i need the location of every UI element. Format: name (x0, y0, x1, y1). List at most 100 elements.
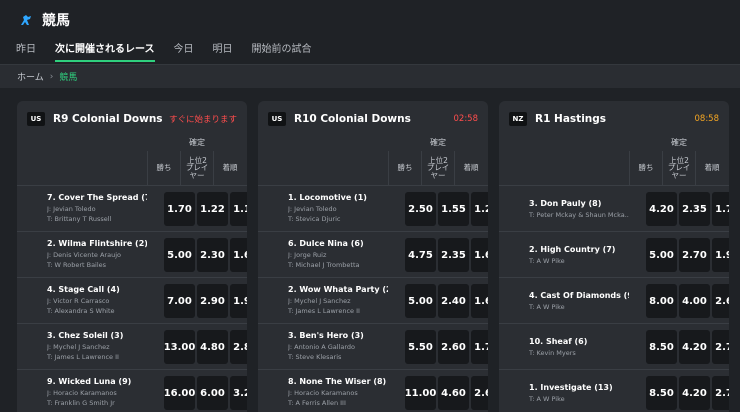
odds-button[interactable]: 4.20 (679, 330, 710, 364)
runner-jockey-or-trainer: T: A W Pike (529, 395, 565, 403)
header: 競馬 昨日 次に開催されるレース 今日 明日 開始前の試合 (0, 0, 740, 64)
odds-button[interactable]: 8.50 (646, 330, 677, 364)
odds-button[interactable]: 4.80 (197, 330, 228, 364)
column-group-header: 確定 (189, 138, 205, 147)
runner-jockey-or-trainer: J: Jevian Toledo (288, 205, 337, 213)
tab-yesterday[interactable]: 昨日 (16, 40, 36, 62)
race-card-header[interactable]: US R10 Colonial Downs 02:58 (258, 101, 488, 137)
breadcrumb-home[interactable]: ホーム (17, 70, 44, 83)
runner-name: 4. Cast Of Diamonds (9) (529, 291, 629, 300)
breadcrumb: ホーム › 競馬 (0, 64, 740, 88)
odds-button[interactable]: 2.35 (438, 238, 469, 272)
odds-button[interactable]: 4.75 (405, 238, 436, 272)
title-row: 競馬 (18, 10, 70, 30)
odds-button[interactable]: 2.90 (197, 284, 228, 318)
tab-today[interactable]: 今日 (174, 40, 194, 62)
runner-info: 3. Ben's Hero (3) J: Antonio A Gallardo T:… (288, 331, 388, 361)
column-header: 着順 (213, 151, 246, 185)
odds-button[interactable]: 5.00 (646, 238, 677, 272)
runner-name: 1. Investigate (13) (529, 383, 613, 392)
race-name: R9 Colonial Downs (53, 113, 163, 125)
race-card-header[interactable]: US R9 Colonial Downs すぐに始まります (17, 101, 247, 137)
odds-button[interactable]: 4.20 (646, 192, 677, 226)
runner-name: 3. Chez Soleil (3) (47, 331, 124, 340)
odds-button[interactable]: 2.62 (471, 376, 488, 410)
odds-button[interactable]: 8.00 (646, 284, 677, 318)
runner-info: 6. Dulce Nina (6) J: Jorge Ruiz T: Michael… (288, 239, 388, 269)
column-header: 着順 (454, 151, 487, 185)
odds-button[interactable]: 5.50 (405, 330, 436, 364)
runner-info: 4. Cast Of Diamonds (9) T: A W Pike (529, 291, 629, 311)
breadcrumb-separator: › (49, 71, 54, 82)
runner-info: 2. High Country (7) T: A W Pike (529, 245, 629, 265)
odds-button[interactable]: 1.60 (230, 238, 247, 272)
odds-button[interactable]: 2.75 (712, 330, 729, 364)
runner-name: 3. Don Pauly (8) (529, 199, 602, 208)
odds-button[interactable]: 2.70 (679, 238, 710, 272)
odds-button[interactable]: 1.75 (471, 330, 488, 364)
odds-button[interactable]: 2.62 (712, 284, 729, 318)
runner-jockey-or-trainer: J: Denis Vicente Araujo (47, 251, 121, 259)
runner-jockey-or-trainer: J: Mychel J Sanchez (288, 297, 351, 305)
runner-trainer: T: Steve Klesaris (288, 353, 342, 361)
odds-button[interactable]: 2.50 (405, 192, 436, 226)
runner-row: 8. None The Wiser (8) J: Horacio Karamano… (258, 369, 488, 412)
runner-info: 10. Sheaf (6) T: Kevin Myers (529, 337, 629, 357)
tab-next-races[interactable]: 次に開催されるレース (55, 40, 155, 62)
runner-info: 1. Locomotive (1) J: Jevian Toledo T: Stev… (288, 193, 388, 223)
odds-button[interactable]: 1.95 (712, 238, 729, 272)
odds-button[interactable]: 1.22 (197, 192, 228, 226)
runner-jockey-or-trainer: J: Mychel J Sanchez (47, 343, 110, 351)
odds-button[interactable]: 2.40 (438, 284, 469, 318)
odds-button[interactable]: 5.00 (164, 238, 195, 272)
runner-jockey-or-trainer: T: A W Pike (529, 303, 565, 311)
odds-button[interactable]: 8.50 (646, 376, 677, 410)
odds-button[interactable]: 16.00 (164, 376, 195, 410)
race-card-header[interactable]: NZ R1 Hastings 08:58 (499, 101, 729, 137)
column-header: 勝ち (629, 151, 662, 185)
column-header: 上位2 プレイ ヤー (421, 151, 454, 185)
runner-jockey-or-trainer: J: Victor R Carrasco (47, 297, 110, 305)
race-status: 02:58 (453, 114, 479, 124)
runner-jockey-or-trainer: J: Jevian Toledo (47, 205, 96, 213)
odds-button[interactable]: 2.60 (438, 330, 469, 364)
odds-button[interactable]: 6.00 (197, 376, 228, 410)
runner-info: 1. Investigate (13) T: A W Pike (529, 383, 629, 403)
odds-button[interactable]: 2.75 (712, 376, 729, 410)
odds-button[interactable]: 4.00 (679, 284, 710, 318)
runner-name: 9. Wicked Luna (9) (47, 377, 132, 386)
race-card: US R9 Colonial Downs すぐに始まります 確定 勝ち 上位2 プレイ ヤ… (17, 101, 247, 412)
odds-button[interactable]: 1.55 (438, 192, 469, 226)
odds-button[interactable]: 4.60 (438, 376, 469, 410)
tab-tomorrow[interactable]: 明日 (213, 40, 233, 62)
runner-row: 9. Wicked Luna (9) J: Horacio Karamanos T:… (17, 369, 247, 412)
odds-button[interactable]: 5.00 (405, 284, 436, 318)
runner-info: 7. Cover The Spread (7) J: Jevian Toledo T… (47, 193, 147, 223)
odds-button[interactable]: 11.00 (405, 376, 436, 410)
odds-button[interactable]: 1.65 (471, 284, 488, 318)
odds-button[interactable]: 1.11 (230, 192, 247, 226)
runner-jockey-or-trainer: T: A W Pike (529, 257, 565, 265)
runner-row: 1. Investigate (13) T: A W Pike 8.50 4.20 2.… (499, 369, 729, 412)
odds-button[interactable]: 2.80 (230, 330, 247, 364)
odds-button[interactable]: 13.00 (164, 330, 195, 364)
odds-button[interactable]: 1.24 (471, 192, 488, 226)
odds-button[interactable]: 2.35 (679, 192, 710, 226)
runner-row: 1. Locomotive (1) J: Jevian Toledo T: Stev… (258, 185, 488, 231)
odds-button[interactable]: 7.00 (164, 284, 195, 318)
odds-button[interactable]: 3.25 (230, 376, 247, 410)
odds-button[interactable]: 4.20 (679, 376, 710, 410)
odds-button[interactable]: 1.70 (164, 192, 195, 226)
tabs: 昨日 次に開催されるレース 今日 明日 開始前の試合 (16, 40, 331, 62)
column-headers: 勝ち 上位2 プレイ ヤー 着順 (388, 151, 487, 185)
runner-jockey-or-trainer: J: Horacio Karamanos (47, 389, 117, 397)
runner-row: 4. Cast Of Diamonds (9) T: A W Pike 8.00 4.… (499, 277, 729, 323)
runner-name: 7. Cover The Spread (7) (47, 193, 147, 202)
runner-jockey-or-trainer: T: Peter Mckay & Shaun Mcka... (529, 211, 629, 219)
odds-button[interactable]: 1.90 (230, 284, 247, 318)
odds-button[interactable]: 1.75 (712, 192, 729, 226)
runner-jockey-or-trainer: T: Kevin Myers (529, 349, 576, 357)
odds-button[interactable]: 2.30 (197, 238, 228, 272)
tab-upcoming[interactable]: 開始前の試合 (252, 40, 312, 62)
odds-button[interactable]: 1.60 (471, 238, 488, 272)
